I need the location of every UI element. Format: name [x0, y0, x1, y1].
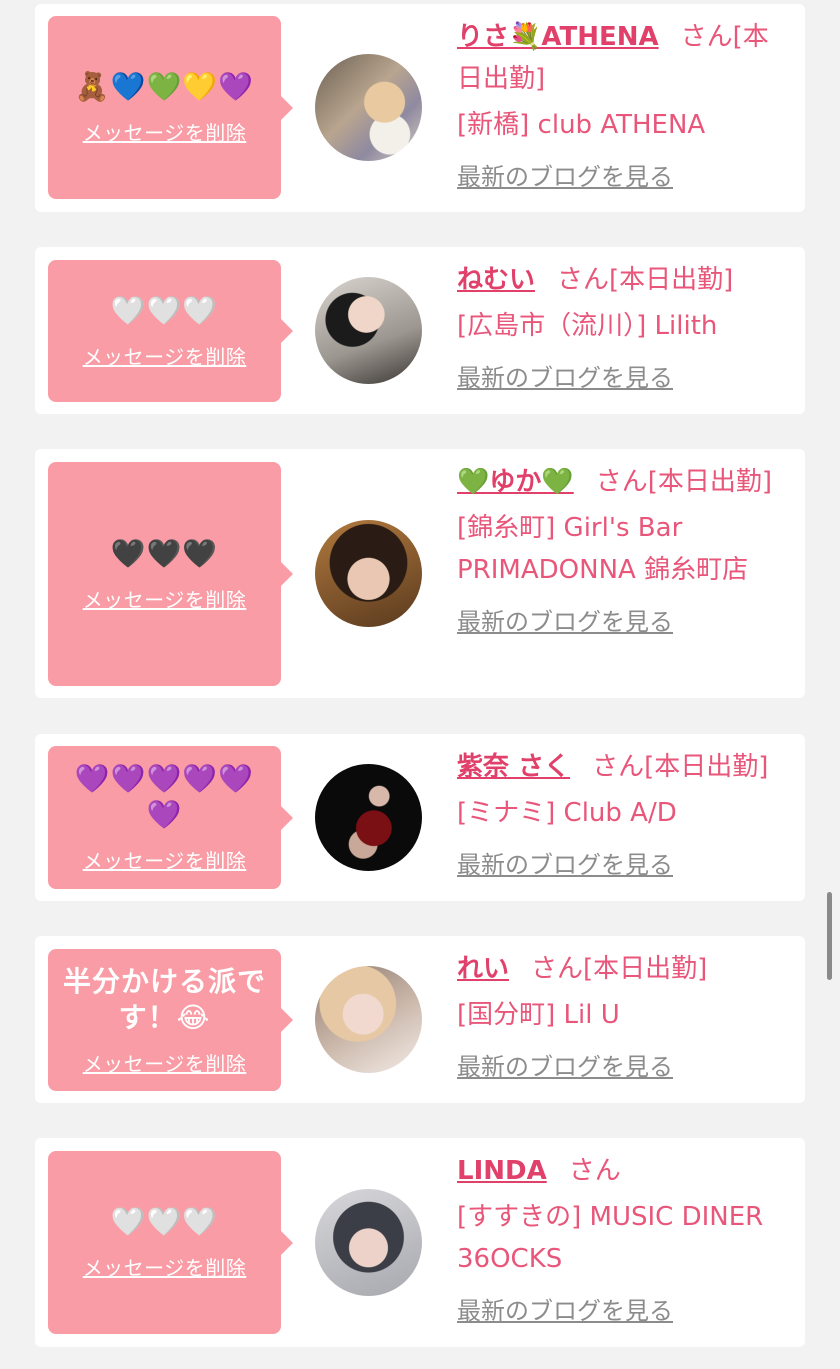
name-link[interactable]: れい — [457, 954, 509, 984]
message-text: 🧸💙💚💛💜 — [74, 70, 255, 103]
status-text: さん[本日出勤] — [557, 265, 734, 295]
blog-link[interactable]: 最新のブログを見る — [457, 844, 673, 886]
shop-text: [新橋] club ATHENA — [457, 110, 706, 140]
list-item: 半分かける派です！😂 メッセージを削除 れい さん[本日出勤] [国分町] Lil… — [35, 936, 805, 1103]
message-bubble: 🖤🖤🖤 メッセージを削除 — [48, 462, 293, 686]
message-text: 🖤🖤🖤 — [110, 536, 219, 570]
message-bubble: 半分かける派です！😂 メッセージを削除 — [48, 949, 293, 1091]
avatar[interactable] — [315, 54, 422, 161]
delete-message-link[interactable]: メッセージを削除 — [83, 1048, 247, 1077]
shop-text: [広島市（流川）] Lilith — [457, 311, 718, 341]
profile-info: 💚ゆか💚 さん[本日出勤] [錦糸町] Girl's Bar PRIMADONNA… — [457, 461, 793, 643]
list-item: 🤍🤍🤍 メッセージを削除 ねむい さん[本日出勤] [広島市（流川）] Lilit… — [35, 247, 805, 414]
status-text: さん — [568, 1156, 621, 1186]
status-text: さん[本日出勤] — [592, 752, 769, 782]
profile-info: 紫奈 さく さん[本日出勤] [ミナミ] Club A/D 最新のブログを見る — [457, 746, 793, 886]
shop-text: [錦糸町] Girl's Bar PRIMADONNA 錦糸町店 — [457, 513, 749, 585]
shop-text: [すすきの] MUSIC DINER 36OCKS — [457, 1202, 764, 1274]
avatar[interactable] — [315, 764, 422, 871]
name-link[interactable]: 紫奈 さく — [457, 752, 570, 782]
profile-info: LINDA さん [すすきの] MUSIC DINER 36OCKS 最新のブログ… — [457, 1150, 793, 1332]
message-bubble: 🤍🤍🤍 メッセージを削除 — [48, 1151, 293, 1334]
delete-message-link[interactable]: メッセージを削除 — [83, 341, 247, 370]
blog-link[interactable]: 最新のブログを見る — [457, 1290, 673, 1332]
status-text: さん[本日出勤] — [595, 467, 773, 497]
shop-text: [国分町] Lil U — [457, 1000, 620, 1030]
avatar[interactable] — [315, 966, 422, 1073]
delete-message-link[interactable]: メッセージを削除 — [83, 1252, 247, 1281]
avatar[interactable] — [315, 1189, 422, 1296]
profile-info: りさ💐ATHENA さん[本日出勤] [新橋] club ATHENA 最新のブロ… — [457, 16, 793, 198]
message-text: 🤍🤍🤍 — [110, 293, 219, 327]
blog-link[interactable]: 最新のブログを見る — [457, 601, 673, 643]
list-item: 🖤🖤🖤 メッセージを削除 💚ゆか💚 さん[本日出勤] [錦糸町] Girl's B… — [35, 449, 805, 698]
name-link[interactable]: ねむい — [457, 265, 535, 295]
message-bubble: 💜💜💜💜💜💜 メッセージを削除 — [48, 746, 293, 889]
list-item: 🤍🤍🤍 メッセージを削除 LINDA さん [すすきの] MUSIC DINER … — [35, 1138, 805, 1347]
avatar[interactable] — [315, 277, 422, 384]
message-bubble: 🤍🤍🤍 メッセージを削除 — [48, 260, 293, 402]
delete-message-link[interactable]: メッセージを削除 — [83, 584, 247, 613]
delete-message-link[interactable]: メッセージを削除 — [83, 117, 247, 146]
list-item: 🧸💙💚💛💜 メッセージを削除 りさ💐ATHENA さん[本日出勤] [新橋] cl… — [35, 4, 805, 212]
blog-link[interactable]: 最新のブログを見る — [457, 357, 673, 399]
scrollbar[interactable] — [827, 892, 832, 980]
avatar[interactable] — [315, 520, 422, 627]
status-text: さん[本日出勤] — [531, 954, 708, 984]
delete-message-link[interactable]: メッセージを削除 — [83, 845, 247, 874]
message-bubble: 🧸💙💚💛💜 メッセージを削除 — [48, 16, 293, 199]
list-item: 💜💜💜💜💜💜 メッセージを削除 紫奈 さく さん[本日出勤] [ミナミ] Club… — [35, 734, 805, 901]
message-text: 🤍🤍🤍 — [110, 1205, 219, 1238]
name-link[interactable]: 💚ゆか💚 — [457, 467, 574, 497]
message-text: 💜💜💜💜💜💜 — [74, 762, 255, 831]
blog-link[interactable]: 最新のブログを見る — [457, 1046, 673, 1088]
profile-info: ねむい さん[本日出勤] [広島市（流川）] Lilith 最新のブログを見る — [457, 259, 793, 399]
name-link[interactable]: りさ💐ATHENA — [457, 22, 659, 52]
message-text: 半分かける派です！😂 — [62, 964, 266, 1034]
shop-text: [ミナミ] Club A/D — [457, 798, 677, 828]
name-link[interactable]: LINDA — [457, 1156, 547, 1186]
blog-link[interactable]: 最新のブログを見る — [457, 156, 673, 198]
profile-info: れい さん[本日出勤] [国分町] Lil U 最新のブログを見る — [457, 948, 793, 1088]
